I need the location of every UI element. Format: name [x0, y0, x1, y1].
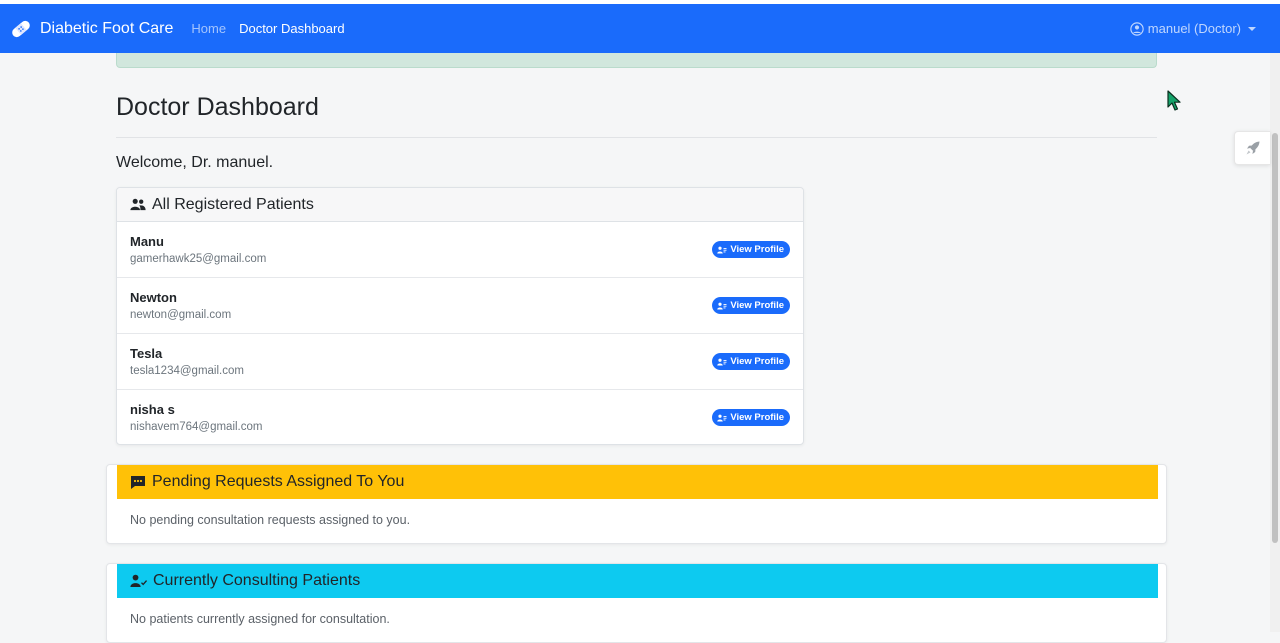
patient-name: nisha s: [130, 402, 175, 417]
view-profile-label: View Profile: [730, 356, 784, 367]
view-profile-label: View Profile: [730, 244, 784, 255]
user-card-icon: [717, 302, 727, 309]
patient-email: tesla1234@gmail.com: [130, 365, 244, 377]
rocket-icon: [1246, 141, 1259, 155]
view-profile-label: View Profile: [730, 300, 784, 311]
view-profile-button[interactable]: View Profile: [712, 353, 790, 370]
navbar: Diabetic Foot Care Home Doctor Dashboard…: [0, 4, 1280, 53]
pending-requests-title: Pending Requests Assigned To You: [152, 473, 405, 490]
user-card-icon: [717, 358, 727, 365]
title-divider: [116, 137, 1157, 138]
user-check-icon: [130, 574, 147, 587]
pending-requests-header: Pending Requests Assigned To You: [117, 465, 1158, 499]
patient-row: Newton newton@gmail.com View Profile: [117, 278, 803, 334]
user-card-icon: [717, 414, 727, 421]
patient-email: newton@gmail.com: [130, 309, 232, 321]
patients-card-header: All Registered Patients: [117, 188, 803, 222]
mouse-pointer-icon: [1167, 90, 1181, 111]
patient-email: gamerhawk25@gmail.com: [130, 253, 267, 265]
view-profile-label: View Profile: [730, 412, 784, 423]
scrollbar[interactable]: [1270, 53, 1280, 632]
view-profile-button[interactable]: View Profile: [712, 409, 790, 426]
success-alert: [116, 53, 1157, 68]
brand-link[interactable]: Diabetic Foot Care: [10, 18, 173, 40]
user-card-icon: [717, 246, 727, 253]
welcome-message: Welcome, Dr. manuel.: [116, 154, 274, 171]
consulting-patients-card: Currently Consulting Patients No patient…: [106, 563, 1167, 643]
nav-link-home[interactable]: Home: [191, 21, 226, 36]
pending-requests-card: Pending Requests Assigned To You No pend…: [106, 464, 1167, 544]
chevron-down-icon: [1248, 26, 1256, 31]
patient-name: Tesla: [130, 346, 163, 361]
users-icon: [130, 198, 146, 211]
consulting-patients-header: Currently Consulting Patients: [117, 564, 1158, 598]
patients-card: All Registered Patients Manu gamerhawk25…: [116, 187, 804, 445]
bandage-icon: [12, 20, 30, 37]
patients-card-title: All Registered Patients: [152, 195, 314, 213]
patient-row: Tesla tesla1234@gmail.com View Profile: [117, 334, 803, 390]
consulting-patients-empty-text: No patients currently assigned for consu…: [130, 612, 390, 626]
comment-dots-icon: [131, 475, 145, 489]
patient-email: nishavem764@gmail.com: [130, 421, 263, 433]
patient-name: Manu: [130, 234, 164, 249]
brand-label: Diabetic Foot Care: [40, 19, 174, 37]
side-widget-button[interactable]: [1234, 131, 1270, 165]
patient-row: Manu gamerhawk25@gmail.com View Profile: [117, 222, 803, 278]
user-menu-label: manuel (Doctor): [1147, 21, 1241, 36]
page-title: Doctor Dashboard: [116, 93, 319, 121]
consulting-patients-title: Currently Consulting Patients: [153, 572, 361, 589]
nav-link-doctor-dashboard[interactable]: Doctor Dashboard: [239, 21, 345, 36]
user-menu-dropdown[interactable]: manuel (Doctor): [1130, 4, 1256, 53]
view-profile-button[interactable]: View Profile: [712, 241, 790, 258]
user-circle-icon: [1130, 21, 1144, 36]
scrollbar-thumb[interactable]: [1272, 133, 1278, 543]
pending-requests-empty-text: No pending consultation requests assigne…: [130, 513, 411, 527]
patient-name: Newton: [130, 290, 177, 305]
patient-row: nisha s nishavem764@gmail.com View Profi…: [117, 390, 803, 446]
view-profile-button[interactable]: View Profile: [712, 297, 790, 314]
